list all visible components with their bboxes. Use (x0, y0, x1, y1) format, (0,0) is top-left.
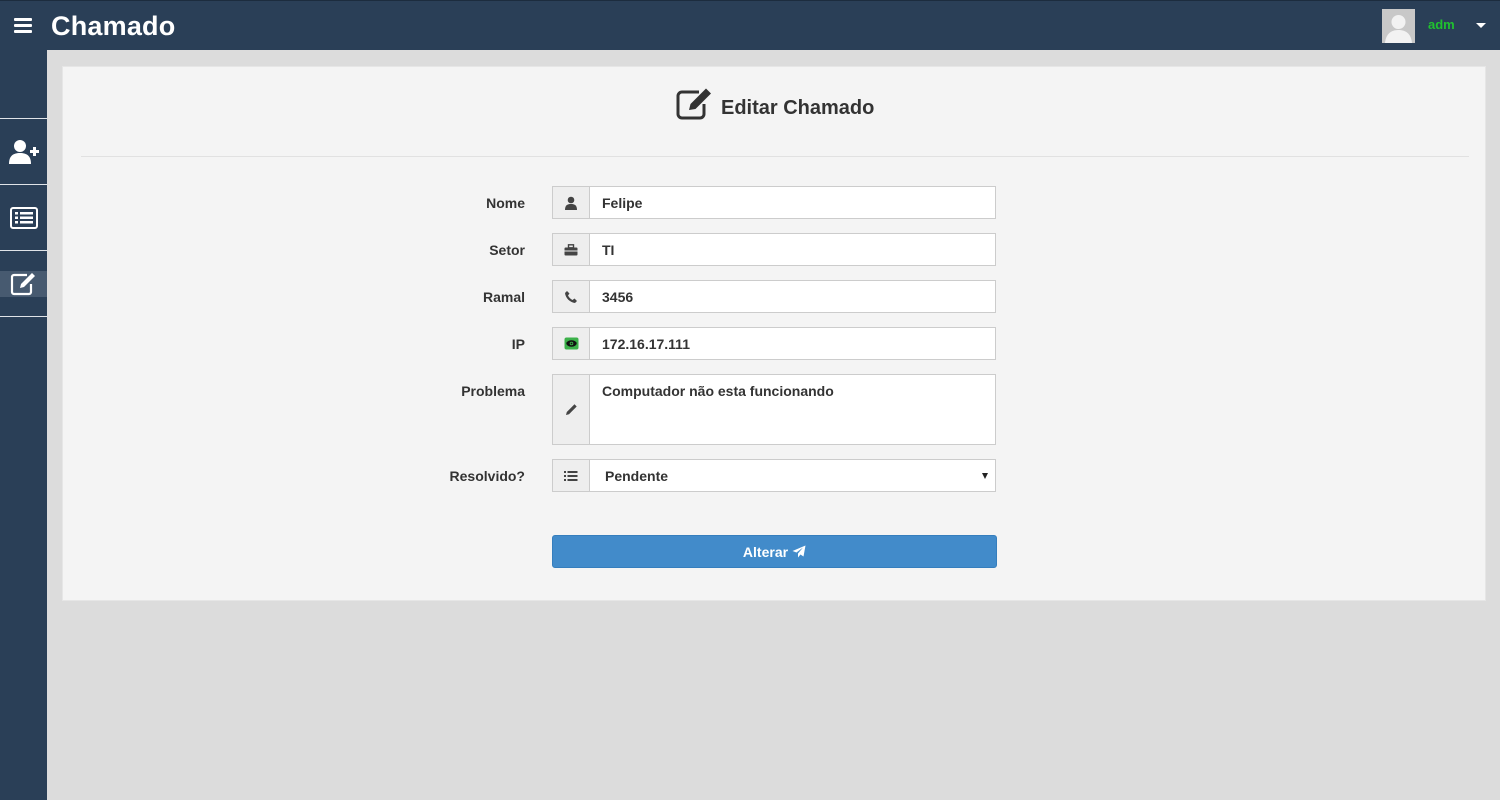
nome-label: Nome (486, 195, 525, 211)
user-icon (553, 187, 590, 218)
sidebar (0, 50, 47, 800)
briefcase-icon (553, 234, 590, 265)
panel-heading: Editar Chamado (675, 87, 874, 121)
setor-input-group (552, 233, 996, 266)
send-icon (792, 545, 806, 558)
divider (81, 156, 1469, 157)
ip-input-group (552, 327, 996, 360)
username[interactable]: adm (1428, 17, 1455, 32)
ip-input[interactable] (590, 328, 995, 359)
resolvido-selected-value: Pendente (605, 468, 669, 484)
page-title: Editar Chamado (721, 97, 875, 119)
resolvido-select[interactable]: Pendente (590, 460, 995, 491)
resolvido-label: Resolvido? (449, 468, 525, 484)
list-icon (9, 206, 38, 229)
ip-label: IP (511, 336, 525, 352)
ramal-input-group (552, 280, 996, 313)
ramal-input[interactable] (590, 281, 995, 312)
app-brand[interactable]: Chamado (51, 11, 175, 42)
top-bar: Chamado adm (0, 0, 1500, 50)
edit-icon (10, 272, 35, 295)
hamburger-menu-icon[interactable] (14, 18, 32, 33)
alterar-button[interactable]: Alterar (552, 535, 997, 568)
setor-label: Setor (489, 242, 525, 258)
alterar-button-label: Alterar (742, 543, 789, 560)
sidebar-item-add-user[interactable] (0, 119, 47, 184)
avatar[interactable] (1382, 9, 1415, 43)
setor-input[interactable] (590, 234, 995, 265)
problema-input-group: Computador não esta funcionando (552, 374, 996, 445)
edit-square-icon (676, 88, 711, 120)
sidebar-item-edit[interactable] (0, 251, 47, 316)
nome-input-group (552, 186, 996, 219)
user-menu-chevron-down-icon[interactable] (1476, 23, 1486, 28)
nome-input[interactable] (590, 187, 995, 218)
phone-icon (553, 281, 590, 312)
list-icon (553, 460, 590, 491)
eye-icon (553, 328, 590, 359)
problema-textarea[interactable]: Computador não esta funcionando (590, 375, 995, 444)
problema-label: Problema (461, 383, 525, 399)
chevron-down-icon (982, 473, 988, 479)
sidebar-item-list[interactable] (0, 185, 47, 250)
resolvido-input-group: Pendente (552, 459, 996, 492)
pencil-icon (553, 375, 590, 444)
ramal-label: Ramal (482, 289, 525, 305)
sidebar-divider (0, 316, 47, 317)
edit-panel: Editar Chamado Nome Setor Ramal IP Probl… (62, 66, 1486, 601)
add-user-icon (8, 139, 39, 164)
